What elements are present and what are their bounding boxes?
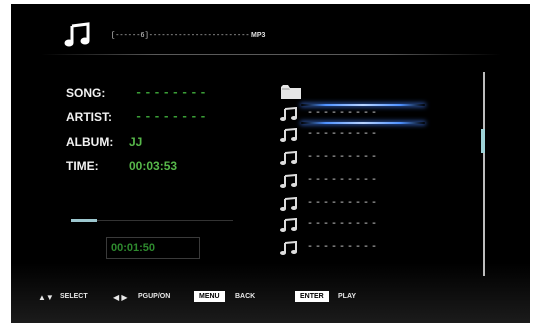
folder-up-icon[interactable] (280, 83, 302, 100)
time-label: TIME: (66, 159, 99, 173)
enter-key: ENTER (295, 291, 329, 302)
music-note-icon (280, 151, 297, 165)
menu-key: MENU (194, 291, 225, 302)
music-note-icon (64, 22, 90, 47)
playlist-item-title: --------- (307, 175, 380, 186)
help-menu-label: BACK (235, 293, 256, 300)
playlist-item-title: --------- (307, 129, 380, 140)
help-page-label: PGUP/ON (138, 293, 171, 300)
playback-progress-fill (71, 219, 97, 222)
playlist-item-title: --------- (307, 198, 380, 209)
music-note-icon (280, 128, 297, 142)
song-label: SONG: (66, 86, 106, 100)
bottom-gradient (11, 263, 530, 323)
song-value: -------- (135, 86, 209, 100)
format-label: MP3 (251, 32, 266, 39)
album-label: ALBUM: (66, 135, 114, 149)
elapsed-time-box: 00:01:50 (106, 237, 200, 259)
playlist-item[interactable]: --------- (280, 151, 430, 165)
playlist-item-title: --------- (307, 152, 380, 163)
help-select-label: SELECT (60, 293, 88, 300)
music-note-icon (280, 107, 297, 121)
media-player-screen: [------6]------------------------ MP3 SO… (11, 4, 530, 323)
track-progress-indicator: [------6]------------------------ (111, 32, 250, 40)
playlist-item-title: --------- (307, 108, 380, 119)
header-divider (41, 54, 501, 55)
music-note-icon (280, 218, 297, 232)
up-down-arrows-icon: ▲▼ (38, 293, 54, 302)
artist-label: ARTIST: (66, 110, 112, 124)
playlist-item[interactable]: --------- (280, 241, 430, 255)
music-note-icon (280, 197, 297, 211)
playback-progress-bar[interactable] (71, 219, 233, 222)
selection-highlight-bottom (301, 122, 425, 124)
playlist-item[interactable]: --------- (280, 218, 430, 232)
music-note-icon (280, 241, 297, 255)
playlist-scrollbar[interactable] (483, 72, 485, 276)
help-enter-label: PLAY (338, 293, 357, 300)
time-value: 00:03:53 (129, 159, 178, 173)
playlist-item[interactable]: --------- (280, 174, 430, 188)
elapsed-time: 00:01:50 (111, 242, 156, 254)
left-right-arrows-icon: ◀ ▶ (113, 293, 128, 302)
artist-value: -------- (135, 110, 209, 124)
playlist-scrollbar-thumb[interactable] (481, 129, 485, 153)
playlist-item[interactable]: --------- (280, 128, 430, 142)
selection-highlight-top (301, 104, 425, 106)
playlist-item-title: --------- (307, 242, 380, 253)
playlist-item-title: --------- (307, 219, 380, 230)
playlist-item[interactable]: --------- (280, 107, 430, 121)
music-note-icon (280, 174, 297, 188)
playlist-item[interactable]: --------- (280, 197, 430, 211)
album-value: JJ (129, 135, 143, 149)
